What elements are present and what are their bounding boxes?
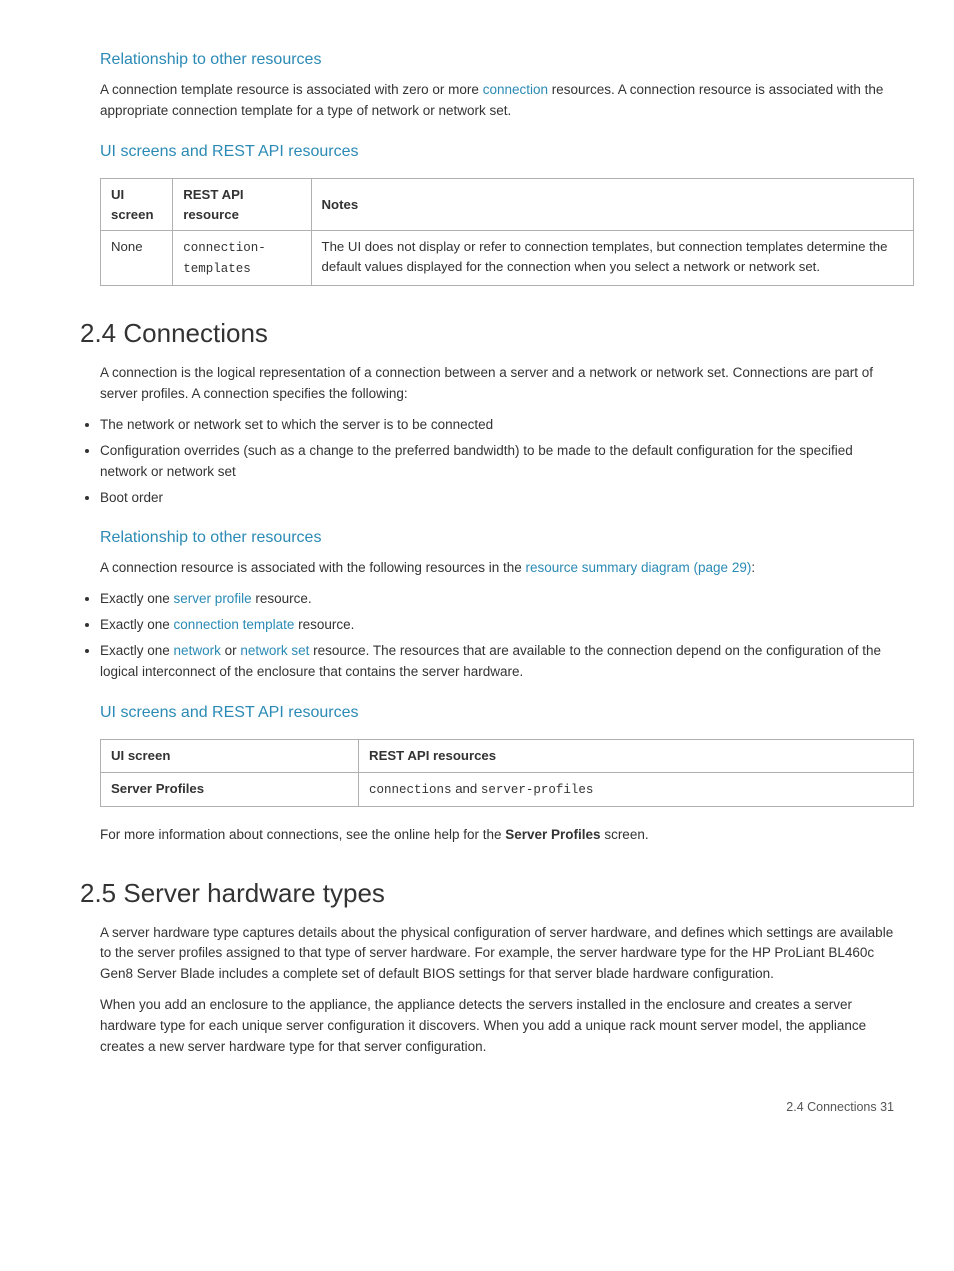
- section-25-paragraph2: When you add an enclosure to the applian…: [100, 995, 894, 1058]
- relationship-top-paragraph: A connection template resource is associ…: [100, 80, 894, 122]
- section-24-bullets: The network or network set to which the …: [100, 415, 894, 509]
- section-25-paragraph1: A server hardware type captures details …: [100, 923, 894, 986]
- list-item: Boot order: [100, 488, 894, 509]
- section-ui-screens-top: UI screens and REST API resources UI scr…: [80, 140, 894, 286]
- col-header-ui-screen-24: UI screen: [101, 740, 359, 773]
- section-relationship-top: Relationship to other resources A connec…: [80, 48, 894, 122]
- section-25-heading: 2.5 Server hardware types: [80, 874, 894, 913]
- section-25-server-hardware: 2.5 Server hardware types A server hardw…: [80, 874, 894, 1059]
- cell-ui-screen-top: None: [101, 231, 173, 286]
- cell-rest-api-24: connections and server-profiles: [359, 772, 914, 806]
- list-item: Configuration overrides (such as a chang…: [100, 441, 894, 483]
- list-item: Exactly one server profile resource.: [100, 589, 894, 610]
- connection-link-top[interactable]: connection: [483, 82, 548, 97]
- relationship-top-heading: Relationship to other resources: [100, 48, 894, 72]
- network-set-link[interactable]: network set: [240, 643, 309, 658]
- cell-ui-screen-24: Server Profiles: [101, 772, 359, 806]
- list-item: Exactly one connection template resource…: [100, 615, 894, 636]
- section-ui-screens-24: UI screens and REST API resources UI scr…: [80, 701, 894, 845]
- resource-summary-link[interactable]: resource summary diagram (page 29): [525, 560, 751, 575]
- ui-screens-24-table-wrapper: UI screen REST API resources Server Prof…: [100, 739, 914, 807]
- relationship-24-bullets: Exactly one server profile resource. Exa…: [100, 589, 894, 683]
- server-profile-link[interactable]: server profile: [174, 591, 252, 606]
- col-header-rest-api-24: REST API resources: [359, 740, 914, 773]
- table-row: None connection-templates The UI does no…: [101, 231, 914, 286]
- table-row: Server Profiles connections and server-p…: [101, 772, 914, 806]
- col-header-ui-screen-top: UI screen: [101, 178, 173, 231]
- cell-rest-api-top: connection-templates: [173, 231, 311, 286]
- col-header-notes-top: Notes: [311, 178, 913, 231]
- section-relationship-24: Relationship to other resources A connec…: [80, 526, 894, 683]
- ui-screens-24-heading: UI screens and REST API resources: [100, 701, 894, 725]
- section-24-connections: 2.4 Connections A connection is the logi…: [80, 314, 894, 509]
- relationship-24-heading: Relationship to other resources: [100, 526, 894, 550]
- page-footer: 2.4 Connections 31: [80, 1098, 894, 1117]
- ui-screens-24-table: UI screen REST API resources Server Prof…: [100, 739, 914, 807]
- col-header-rest-api-top: REST API resource: [173, 178, 311, 231]
- rest-api-code-24-profiles: server-profiles: [481, 783, 594, 797]
- footer-text: 2.4 Connections 31: [786, 1100, 894, 1114]
- list-item: The network or network set to which the …: [100, 415, 894, 436]
- rest-api-code-24-connections: connections: [369, 783, 452, 797]
- section-24-paragraph: A connection is the logical representati…: [100, 363, 894, 405]
- ui-screens-top-table-wrapper: UI screen REST API resource Notes None c…: [100, 178, 914, 286]
- relationship-24-paragraph: A connection resource is associated with…: [100, 558, 894, 579]
- ui-screens-24-footer: For more information about connections, …: [100, 825, 894, 846]
- rest-api-code-top: connection-templates: [183, 241, 266, 276]
- list-item: Exactly one network or network set resou…: [100, 641, 894, 683]
- cell-notes-top: The UI does not display or refer to conn…: [311, 231, 913, 286]
- network-link[interactable]: network: [174, 643, 221, 658]
- ui-screens-top-heading: UI screens and REST API resources: [100, 140, 894, 164]
- section-24-heading: 2.4 Connections: [80, 314, 894, 353]
- ui-screens-top-table: UI screen REST API resource Notes None c…: [100, 178, 914, 286]
- connection-template-link[interactable]: connection template: [174, 617, 295, 632]
